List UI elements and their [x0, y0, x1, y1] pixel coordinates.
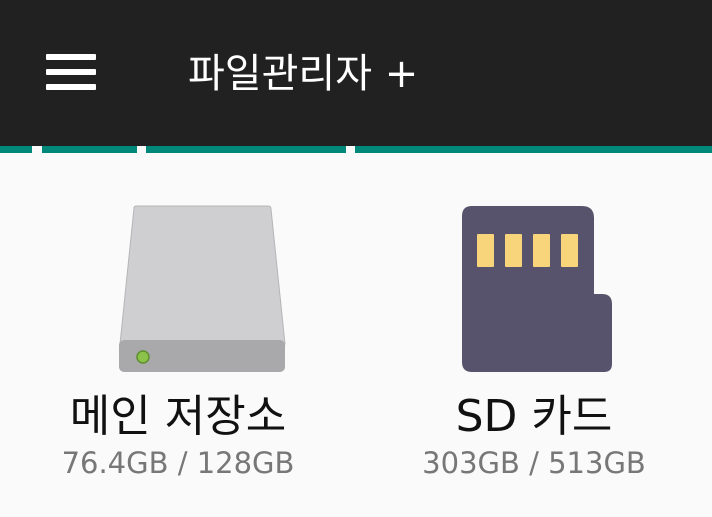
hamburger-icon-line	[46, 69, 96, 75]
tab-indicator-segment	[355, 146, 712, 153]
storage-name: SD 카드	[455, 391, 613, 442]
storage-name: 메인 저장소	[69, 391, 287, 442]
hamburger-icon	[46, 54, 96, 60]
menu-button[interactable]	[28, 38, 112, 106]
storage-size: 303GB / 513GB	[422, 446, 646, 480]
tab-indicator-segment	[0, 146, 32, 153]
sd-card-icon	[462, 206, 612, 372]
storage-item-main[interactable]: 메인 저장소 76.4GB / 128GB	[0, 190, 356, 500]
hard-drive-icon	[119, 205, 286, 372]
storage-size: 76.4GB / 128GB	[61, 446, 295, 480]
hamburger-icon-line	[46, 84, 96, 90]
tab-indicator-segment	[42, 146, 137, 153]
app-bar: 파일관리자 +	[0, 0, 712, 146]
app-title: 파일관리자 +	[188, 51, 419, 97]
tab-indicator-segment	[146, 146, 346, 153]
storage-item-sd[interactable]: SD 카드 303GB / 513GB	[356, 190, 712, 500]
tab-indicator-strip	[0, 146, 712, 154]
